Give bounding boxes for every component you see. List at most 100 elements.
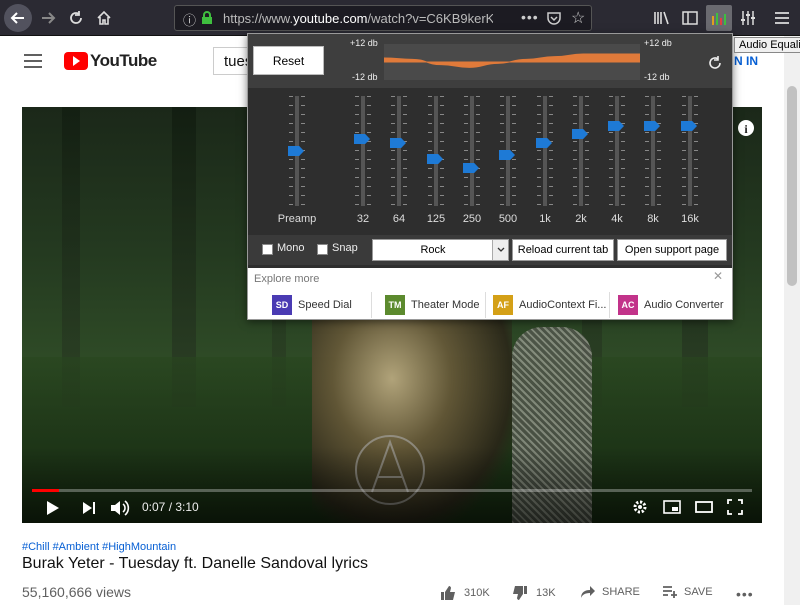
fullscreen-icon[interactable] [727, 499, 743, 515]
library-icon [654, 11, 669, 25]
forward-arrow-icon [42, 12, 56, 24]
reload-current-tab-button[interactable]: Reload current tab [512, 239, 614, 261]
mixer-extension-button[interactable] [734, 4, 762, 32]
slider-track [361, 96, 365, 206]
miniplayer-icon[interactable] [663, 500, 681, 514]
extension-audiocontext-filter[interactable]: AF AudioContext Fi... [493, 293, 606, 317]
info-icon[interactable]: ⓘ [183, 10, 196, 29]
slider-ticks [537, 96, 541, 206]
slider-ticks [440, 96, 444, 206]
extension-speed-dial[interactable]: SD Speed Dial [272, 293, 352, 317]
more-actions-icon[interactable]: ••• [736, 586, 754, 602]
mixer-sliders-icon [741, 11, 755, 25]
slider-ticks [549, 96, 553, 206]
reload-icon [70, 11, 82, 24]
share-arrow-icon [581, 586, 595, 598]
band-8k-label: 8k [647, 213, 659, 225]
band-16k-label: 16k [681, 213, 699, 225]
equalizer-bars-icon [712, 13, 726, 25]
slider-track [397, 96, 401, 206]
chevron-down-icon[interactable] [492, 240, 508, 260]
reset-button[interactable]: Reset [253, 46, 324, 75]
sidebar-button[interactable] [676, 4, 704, 32]
db-bottom-right: -12 db [644, 72, 670, 82]
slider-ticks [391, 96, 395, 206]
slider-ticks [621, 96, 625, 206]
preamp-slider[interactable] [287, 96, 307, 206]
band-16k-slider[interactable] [680, 96, 700, 206]
band-2k-label: 2k [575, 213, 587, 225]
slider-track [688, 96, 692, 206]
youtube-logo[interactable]: YouTube [64, 51, 157, 71]
bookmark-star-icon[interactable]: ☆ [571, 8, 585, 28]
settings-gear-icon[interactable] [632, 499, 648, 515]
band-32-label: 32 [356, 213, 370, 225]
forward-button[interactable] [34, 4, 62, 32]
home-icon [97, 10, 111, 25]
divider [609, 292, 610, 318]
slider-track [579, 96, 583, 206]
scrollbar-thumb[interactable] [787, 86, 797, 286]
reload-button[interactable] [62, 4, 90, 32]
dislike-button[interactable]: 13K [512, 585, 556, 601]
url-text: https://www.youtube.com/watch?v=C6KB9ker… [223, 11, 493, 26]
play-icon[interactable] [46, 500, 60, 516]
audiocontext-logo-icon: AF [493, 295, 513, 315]
slider-ticks [657, 96, 661, 206]
extension-name: AudioContext Fi... [519, 299, 607, 311]
audio-equalizer-panel: Reset +12 db -12 db +12 db -12 db Mono S… [247, 33, 733, 320]
band-32-slider[interactable] [353, 96, 373, 206]
menu-button[interactable] [768, 4, 796, 32]
open-support-page-button[interactable]: Open support page [617, 239, 727, 261]
like-button[interactable]: 310K [440, 585, 490, 601]
sidebar-icon [682, 11, 698, 25]
band-250-label: 250 [462, 213, 482, 225]
library-button[interactable] [648, 4, 676, 32]
band-64-slider[interactable] [389, 96, 409, 206]
extension-audio-converter[interactable]: AC Audio Converter [618, 293, 724, 317]
explore-more-label: Explore more [254, 273, 320, 285]
page-actions-icon[interactable]: ••• [521, 9, 539, 25]
sign-in-link[interactable]: N IN [734, 54, 758, 68]
band-1k-slider[interactable] [535, 96, 555, 206]
band-4k-slider[interactable] [607, 96, 627, 206]
db-top-left: +12 db [350, 38, 378, 48]
view-count: 55,160,666 views [22, 584, 131, 600]
audio-converter-logo-icon: AC [618, 295, 638, 315]
youtube-logo-text: YouTube [90, 51, 157, 70]
back-button[interactable] [4, 4, 32, 32]
audio-equalizer-button[interactable] [706, 5, 732, 31]
band-8k-slider[interactable] [643, 96, 663, 206]
db-bottom-left: -12 db [352, 72, 378, 82]
mono-checkbox[interactable] [262, 244, 273, 255]
close-icon[interactable]: ✕ [713, 269, 723, 283]
band-125-slider[interactable] [426, 96, 446, 206]
url-bar[interactable]: ⓘ https://www.youtube.com/watch?v=C6KB9k… [174, 5, 592, 31]
theater-mode-icon[interactable] [695, 501, 713, 513]
band-250-slider[interactable] [462, 96, 482, 206]
next-icon[interactable] [82, 501, 96, 515]
video-info-icon[interactable]: i [737, 119, 755, 137]
preamp-label: Preamp [277, 213, 317, 225]
page-scrollbar[interactable] [784, 36, 800, 605]
hashtags[interactable]: #Chill #Ambient #HighMountain [22, 541, 176, 553]
snap-checkbox[interactable] [317, 244, 328, 255]
preset-select[interactable]: Rock [372, 239, 509, 261]
share-button[interactable]: SHARE [580, 585, 640, 599]
extension-theater-mode[interactable]: TM Theater Mode [385, 293, 479, 317]
yt-menu-icon[interactable] [24, 54, 42, 68]
refresh-icon[interactable] [708, 56, 722, 70]
home-button[interactable] [90, 4, 118, 32]
band-2k-slider[interactable] [571, 96, 591, 206]
extension-name: Theater Mode [411, 299, 480, 311]
progress-bar[interactable] [32, 489, 752, 492]
slider-ticks [609, 96, 613, 206]
volume-icon[interactable] [110, 499, 130, 517]
band-500-slider[interactable] [498, 96, 518, 206]
add-to-playlist-icon [663, 586, 677, 598]
video-title: Burak Yeter - Tuesday ft. Danelle Sandov… [22, 555, 368, 572]
mono-label: Mono [277, 242, 305, 254]
pocket-icon[interactable] [547, 11, 561, 25]
save-button[interactable]: SAVE [662, 585, 713, 599]
slider-track [434, 96, 438, 206]
